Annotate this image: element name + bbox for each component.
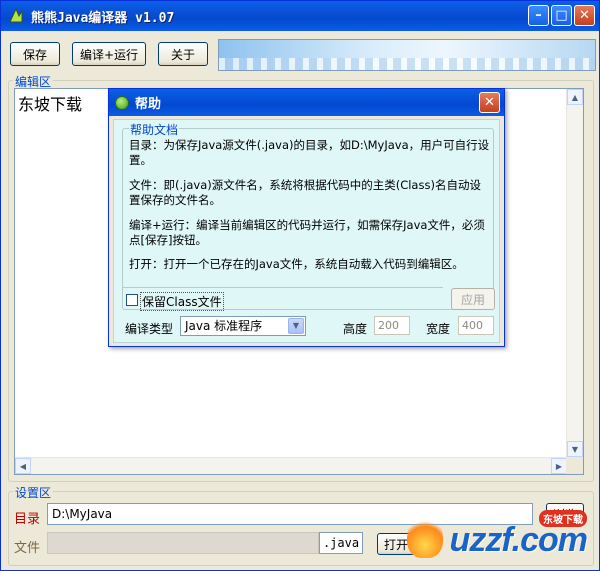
title-bar[interactable]: 熊熊Java编译器 v1.07 – □ ✕	[1, 1, 599, 31]
scroll-right-icon[interactable]: ▶	[551, 458, 567, 474]
window-title: 熊熊Java编译器 v1.07	[31, 10, 175, 26]
file-input[interactable]	[47, 532, 319, 554]
help-icon	[115, 95, 129, 110]
horizontal-scrollbar[interactable]: ◀ ▶	[15, 457, 567, 474]
help-dialog-title: 帮助	[135, 97, 162, 112]
help-dialog-title-bar[interactable]: 帮助 ✕	[109, 89, 504, 116]
compile-type-label: 编译类型	[125, 322, 174, 336]
help-paragraph-dir: 目录：为保存Java源文件(.java)的目录，如D:\MyJava，用户可自行…	[129, 138, 490, 167]
file-label: 文件	[14, 541, 41, 556]
scrollbar-corner	[566, 457, 583, 474]
help-close-button[interactable]: ✕	[479, 92, 500, 113]
compile-type-value: Java 标准程序	[185, 319, 263, 333]
keep-class-row: 保留Class文件	[122, 287, 443, 311]
close-button[interactable]: ✕	[574, 5, 595, 26]
scroll-up-icon[interactable]: ▲	[567, 89, 583, 105]
flame-logo-icon	[407, 516, 443, 558]
help-dialog: 帮助 ✕ 帮助文档 目录：为保存Java源文件(.java)的目录，如D:\My…	[108, 88, 505, 347]
help-paragraph-compile: 编译+运行：编译当前编辑区的代码并运行，如需保存Java文件，必须点[保存]按钮…	[129, 218, 485, 247]
apply-button[interactable]: 应用	[451, 288, 495, 310]
chevron-down-icon[interactable]: ▼	[288, 318, 304, 334]
help-doc-label: 帮助文档	[129, 121, 180, 138]
compile-run-button[interactable]: 编译+运行	[72, 42, 146, 66]
help-paragraph-file: 文件：即(.java)源文件名，系统将根据代码中的主类(Class)名自动设置保…	[129, 178, 481, 207]
maximize-button[interactable]: □	[551, 5, 572, 26]
vertical-scrollbar[interactable]: ▲ ▼	[566, 89, 583, 457]
keep-class-checkbox[interactable]	[126, 294, 138, 306]
help-paragraph-open: 打开：打开一个已存在的Java文件，系统自动载入代码到编辑区。	[129, 257, 464, 271]
editor-content: 东坡下载	[18, 95, 83, 114]
compile-type-select[interactable]: Java 标准程序 ▼	[180, 316, 306, 336]
width-label: 宽度	[426, 322, 451, 336]
watermark-text: uzzf.com	[449, 521, 588, 559]
about-button[interactable]: 关于	[158, 42, 208, 66]
scroll-down-icon[interactable]: ▼	[567, 441, 583, 457]
scroll-left-icon[interactable]: ◀	[15, 458, 31, 474]
header-banner	[218, 39, 596, 71]
minimize-button[interactable]: –	[528, 5, 549, 26]
height-label: 高度	[343, 322, 368, 336]
help-doc-group: 帮助文档 目录：为保存Java源文件(.java)的目录，如D:\MyJava，…	[122, 121, 494, 310]
width-input[interactable]: 400	[458, 316, 494, 335]
keep-class-label[interactable]: 保留Class文件	[140, 292, 224, 311]
help-dialog-body: 帮助文档 目录：为保存Java源文件(.java)的目录，如D:\MyJava，…	[113, 119, 500, 343]
java-app-icon	[7, 7, 25, 25]
site-watermark: 东坡下载 uzzf.com	[407, 510, 588, 560]
height-input[interactable]: 200	[374, 316, 410, 335]
file-extension: .java	[319, 532, 363, 554]
main-window: 熊熊Java编译器 v1.07 – □ ✕ 保存 编译+运行 关于 编辑区 东坡…	[0, 0, 600, 571]
dir-label: 目录	[14, 512, 41, 527]
settings-group-label: 设置区	[13, 484, 54, 501]
save-button[interactable]: 保存	[10, 42, 60, 66]
